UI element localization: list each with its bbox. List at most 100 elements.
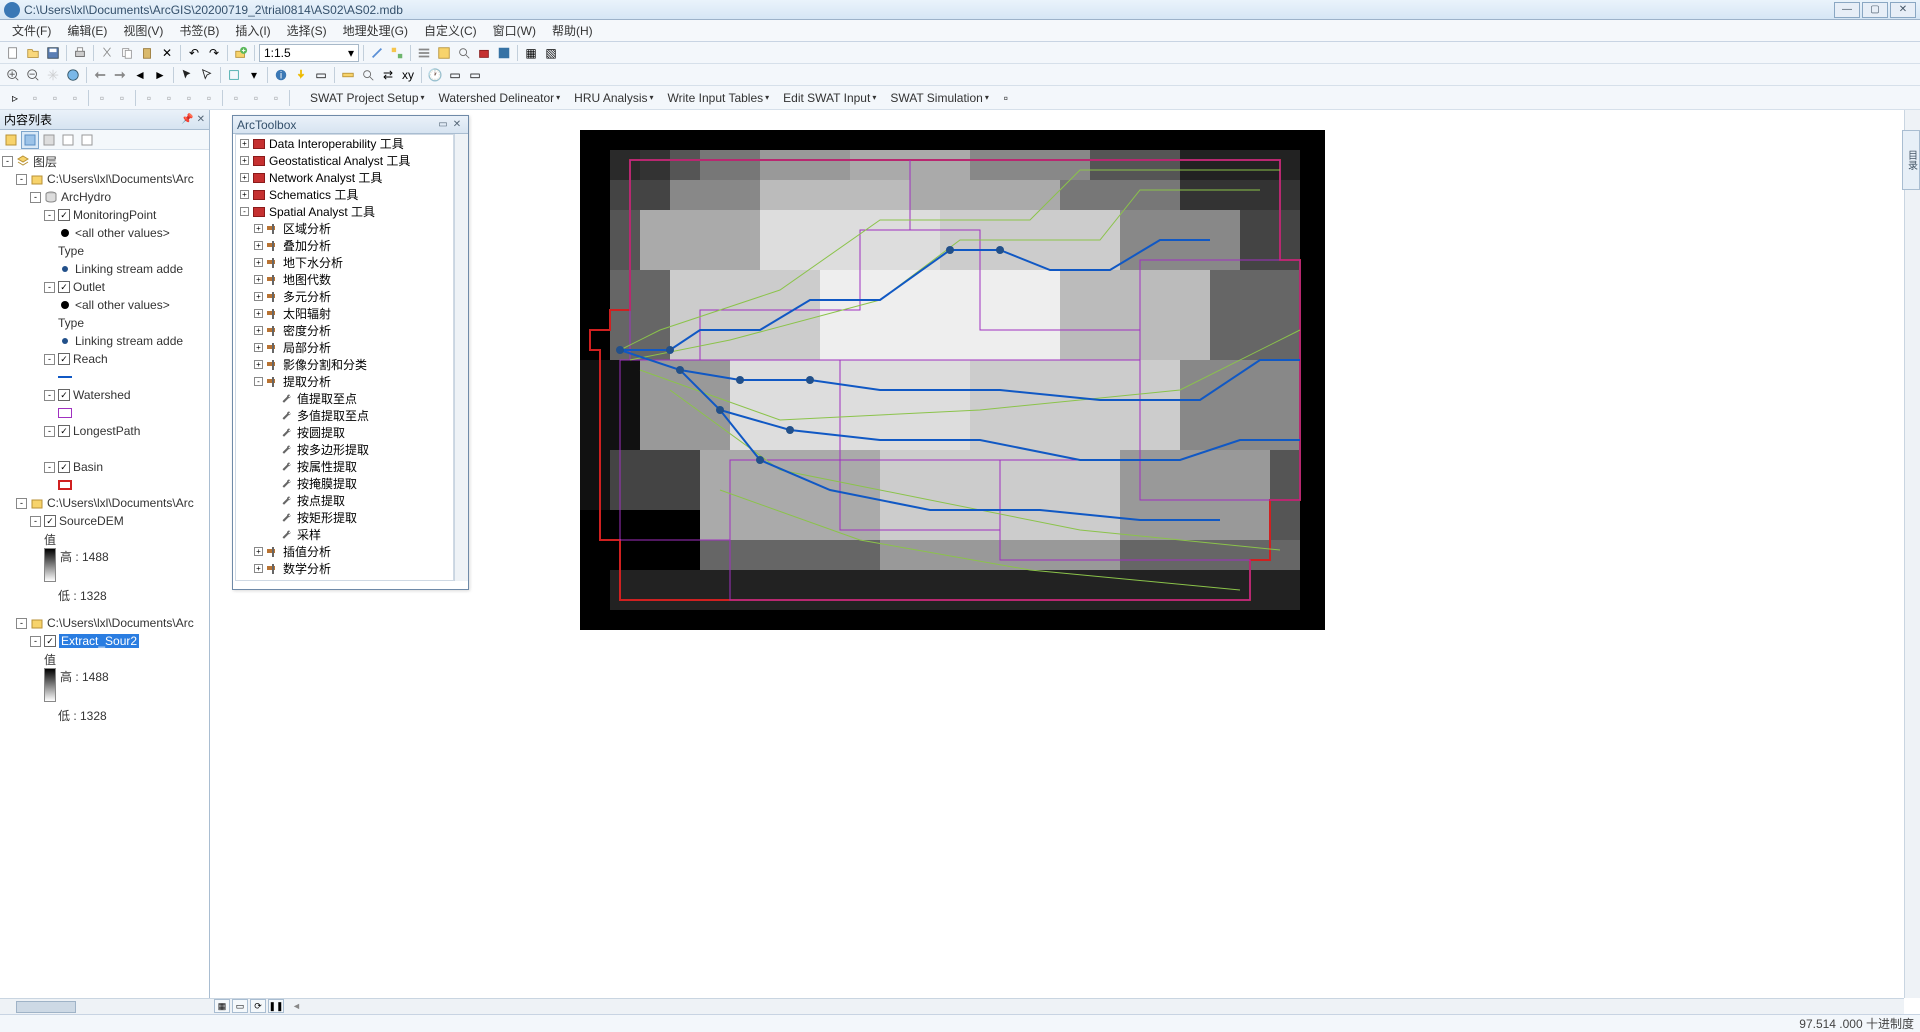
redo-icon[interactable]: ↷ bbox=[205, 44, 223, 62]
toolbox-item[interactable]: 按属性提取 bbox=[236, 458, 453, 475]
expand-icon[interactable]: - bbox=[44, 426, 55, 437]
find-route-icon[interactable]: ⇄ bbox=[379, 66, 397, 84]
edit-tool-5-icon[interactable]: ▫ bbox=[93, 89, 111, 107]
minimize-button[interactable]: — bbox=[1834, 2, 1860, 18]
expand-icon[interactable]: + bbox=[254, 547, 263, 556]
python-icon[interactable] bbox=[495, 44, 513, 62]
toc-options-icon[interactable] bbox=[78, 131, 96, 149]
map-vscrollbar[interactable] bbox=[1904, 110, 1920, 998]
delete-icon[interactable]: ✕ bbox=[158, 44, 176, 62]
expand-icon[interactable]: - bbox=[16, 498, 27, 509]
expand-icon[interactable]: - bbox=[240, 207, 249, 216]
expand-icon[interactable]: - bbox=[2, 156, 13, 167]
layer-checkbox[interactable]: ✓ bbox=[58, 389, 70, 401]
expand-icon[interactable]: - bbox=[44, 282, 55, 293]
expand-icon[interactable]: + bbox=[254, 564, 263, 573]
expand-icon[interactable]: + bbox=[240, 156, 249, 165]
toolbox-item[interactable]: 多值提取至点 bbox=[236, 407, 453, 424]
menu-bookmark[interactable]: 书签(B) bbox=[173, 20, 225, 41]
toolbox-item[interactable]: 按点提取 bbox=[236, 492, 453, 509]
back-icon[interactable]: ◄ bbox=[131, 66, 149, 84]
toc-tree[interactable]: -图层 -C:\Users\lxl\Documents\Arc -ArcHydr… bbox=[0, 150, 209, 1014]
menu-insert[interactable]: 插入(I) bbox=[229, 20, 276, 41]
select-elements-icon[interactable] bbox=[178, 66, 196, 84]
toolbox-item[interactable]: -提取分析 bbox=[236, 373, 453, 390]
layer-checkbox[interactable]: ✓ bbox=[58, 353, 70, 365]
swat-edit-input[interactable]: Edit SWAT Input▾ bbox=[777, 89, 882, 107]
clear-selection-icon[interactable] bbox=[225, 66, 243, 84]
arctoolbox-icon[interactable] bbox=[475, 44, 493, 62]
cut-icon[interactable] bbox=[98, 44, 116, 62]
menu-geoprocessing[interactable]: 地理处理(G) bbox=[337, 20, 414, 41]
search-icon[interactable] bbox=[455, 44, 473, 62]
map-canvas[interactable] bbox=[580, 130, 1325, 630]
catalog-icon[interactable] bbox=[435, 44, 453, 62]
toolbox-item[interactable]: 按掩膜提取 bbox=[236, 475, 453, 492]
expand-icon[interactable]: - bbox=[16, 174, 27, 185]
toolbox-item[interactable]: +Network Analyst 工具 bbox=[236, 169, 453, 186]
select-features-icon[interactable] bbox=[198, 66, 216, 84]
viewer-icon[interactable]: ▭ bbox=[466, 66, 484, 84]
menu-help[interactable]: 帮助(H) bbox=[546, 20, 599, 41]
swat-project-setup[interactable]: SWAT Project Setup▾ bbox=[304, 89, 431, 107]
arctoolbox-dropdown-icon[interactable]: ▭ bbox=[436, 118, 450, 132]
toolbox-item[interactable]: +Geostatistical Analyst 工具 bbox=[236, 152, 453, 169]
arctoolbox-close-icon[interactable]: ✕ bbox=[450, 118, 464, 132]
expand-icon[interactable]: + bbox=[254, 360, 263, 369]
toolbox-item[interactable]: +密度分析 bbox=[236, 322, 453, 339]
expand-icon[interactable]: - bbox=[254, 377, 263, 386]
save-icon[interactable] bbox=[44, 44, 62, 62]
scale-combo[interactable]: 1:1.5▾ bbox=[259, 44, 359, 62]
expand-icon[interactable]: - bbox=[30, 636, 41, 647]
edit-tool-10-icon[interactable]: ▫ bbox=[200, 89, 218, 107]
toolbox-item[interactable]: +影像分割和分类 bbox=[236, 356, 453, 373]
toc-list-by-visibility-icon[interactable] bbox=[40, 131, 58, 149]
menu-view[interactable]: 视图(V) bbox=[117, 20, 169, 41]
toolbox-item[interactable]: -Spatial Analyst 工具 bbox=[236, 203, 453, 220]
menu-select[interactable]: 选择(S) bbox=[281, 20, 333, 41]
layer-checkbox[interactable]: ✓ bbox=[44, 635, 56, 647]
editor-toolbar-icon[interactable] bbox=[368, 44, 386, 62]
expand-icon[interactable]: + bbox=[254, 343, 263, 352]
toc-icon[interactable] bbox=[415, 44, 433, 62]
new-icon[interactable] bbox=[4, 44, 22, 62]
toc-group1[interactable]: C:\Users\lxl\Documents\Arc bbox=[47, 172, 194, 186]
layer-checkbox[interactable]: ✓ bbox=[58, 461, 70, 473]
expand-icon[interactable]: + bbox=[240, 190, 249, 199]
toc-group2[interactable]: C:\Users\lxl\Documents\Arc bbox=[47, 496, 194, 510]
toc-list-by-source-icon[interactable] bbox=[21, 131, 39, 149]
time-slider-icon[interactable]: 🕐 bbox=[426, 66, 444, 84]
toc-pin-icon[interactable]: 📌 ✕ bbox=[181, 114, 205, 125]
toc-root[interactable]: 图层 bbox=[33, 153, 57, 170]
measure-icon[interactable] bbox=[339, 66, 357, 84]
expand-icon[interactable]: - bbox=[44, 354, 55, 365]
menu-window[interactable]: 窗口(W) bbox=[487, 20, 542, 41]
toc-sourcedem[interactable]: SourceDEM bbox=[59, 514, 124, 528]
toolbox-item[interactable]: +插值分析 bbox=[236, 543, 453, 560]
menu-edit[interactable]: 编辑(E) bbox=[61, 20, 113, 41]
menu-customize[interactable]: 自定义(C) bbox=[418, 20, 483, 41]
print-icon[interactable] bbox=[71, 44, 89, 62]
edit-tool-12-icon[interactable]: ▫ bbox=[247, 89, 265, 107]
toolbox-item[interactable]: +数学分析 bbox=[236, 560, 453, 577]
toc-extract[interactable]: Extract_Sour2 bbox=[59, 634, 139, 648]
expand-icon[interactable]: + bbox=[254, 309, 263, 318]
arctoolbox-scrollbar[interactable] bbox=[454, 134, 468, 581]
toc-longest[interactable]: LongestPath bbox=[73, 424, 140, 438]
toolbox-item[interactable]: +地图代数 bbox=[236, 271, 453, 288]
tool-icon-1[interactable]: ▦ bbox=[522, 44, 540, 62]
toolbox-item[interactable]: +Schematics 工具 bbox=[236, 186, 453, 203]
select-by-icon[interactable]: ▾ bbox=[245, 66, 263, 84]
pan-icon[interactable] bbox=[44, 66, 62, 84]
catalog-side-tab[interactable]: 目录 bbox=[1902, 130, 1920, 190]
tool-icon-2[interactable]: ▧ bbox=[542, 44, 560, 62]
swat-write-input[interactable]: Write Input Tables▾ bbox=[662, 89, 776, 107]
model-builder-icon[interactable] bbox=[388, 44, 406, 62]
find-icon[interactable] bbox=[359, 66, 377, 84]
toc-reach[interactable]: Reach bbox=[73, 352, 108, 366]
expand-icon[interactable]: - bbox=[30, 516, 41, 527]
add-data-icon[interactable] bbox=[232, 44, 250, 62]
expand-icon[interactable]: + bbox=[254, 241, 263, 250]
edit-tool-4-icon[interactable]: ▫ bbox=[66, 89, 84, 107]
toolbox-item[interactable]: 按圆提取 bbox=[236, 424, 453, 441]
